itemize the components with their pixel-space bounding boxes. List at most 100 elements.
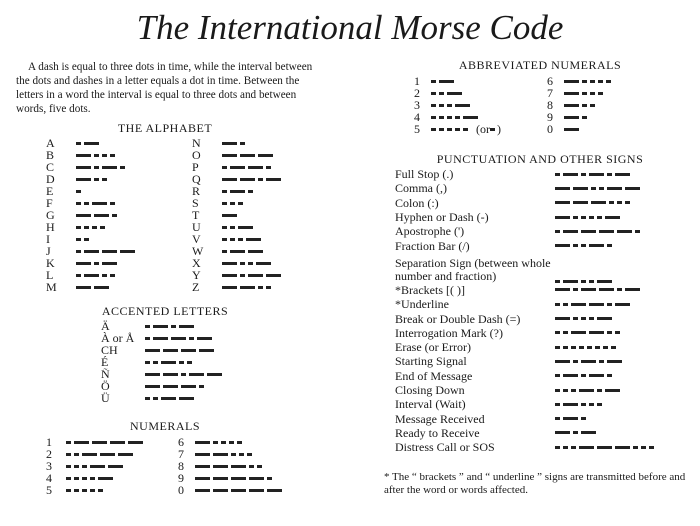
code-row: 6 — [178, 436, 282, 448]
dot-mark — [563, 331, 568, 335]
dash-mark — [599, 288, 614, 292]
dash-mark — [222, 213, 237, 217]
dash-mark — [607, 359, 622, 363]
dot-mark — [92, 225, 97, 229]
dot-mark — [82, 476, 87, 480]
dot-mark — [247, 452, 252, 456]
morse-code — [555, 215, 620, 219]
dot-mark — [76, 237, 81, 241]
morse-code — [222, 261, 271, 265]
dash-mark — [589, 172, 604, 176]
code-row: H — [46, 221, 135, 233]
dot-mark — [571, 388, 576, 392]
dash-mark — [213, 464, 228, 468]
dot-mark — [94, 177, 99, 181]
morse-code — [76, 225, 105, 229]
dot-mark — [66, 464, 71, 468]
morse-code — [431, 79, 454, 83]
symbol-label: Interrogation Mark (?) — [395, 325, 503, 340]
dash-mark — [240, 177, 255, 181]
dash-mark — [258, 153, 273, 157]
dot-mark — [74, 488, 79, 492]
dash-mark — [92, 440, 107, 444]
code-row: G — [46, 209, 135, 221]
dot-mark — [82, 488, 87, 492]
dash-mark — [98, 476, 113, 480]
dash-mark — [589, 374, 604, 378]
dot-mark — [581, 374, 586, 378]
code-row: Comma (,) — [395, 181, 654, 195]
dash-mark — [579, 388, 594, 392]
dot-mark — [257, 464, 262, 468]
dot-mark — [581, 244, 586, 248]
symbol-label: 5 — [46, 483, 52, 497]
dash-mark — [102, 249, 117, 253]
morse-code — [222, 153, 273, 157]
code-row: *Brackets [( )] — [395, 283, 654, 297]
dot-mark — [76, 225, 81, 229]
morse-code — [145, 396, 194, 400]
code-row: Interrogation Mark (?) — [395, 326, 654, 340]
symbol-label: Apostrophe (') — [395, 224, 465, 239]
dash-mark — [161, 396, 176, 400]
code-row: É — [101, 356, 222, 368]
dot-mark — [199, 384, 204, 388]
dot-mark — [579, 345, 584, 349]
dash-mark — [238, 225, 253, 229]
dot-mark — [90, 476, 95, 480]
dash-mark — [195, 440, 210, 444]
morse-code — [431, 103, 470, 107]
dash-mark — [230, 165, 245, 169]
morse-code — [145, 384, 204, 388]
code-row: Hyphen or Dash (-) — [395, 210, 654, 224]
dot-mark — [555, 229, 560, 233]
dot-mark — [490, 127, 495, 131]
code-row: 2 — [414, 87, 501, 99]
alternative-note: (or — [476, 122, 490, 136]
morse-code — [222, 177, 281, 181]
dot-mark — [581, 417, 586, 421]
dash-mark — [76, 177, 91, 181]
dot-mark — [238, 201, 243, 205]
code-row: E — [46, 185, 135, 197]
dash-mark — [145, 384, 160, 388]
code-row: Ñ — [101, 368, 222, 380]
dash-mark — [617, 229, 632, 233]
symbol-label: H — [46, 220, 55, 234]
dash-mark — [564, 127, 579, 131]
code-row: Message Received — [395, 411, 654, 425]
dash-mark — [179, 324, 194, 328]
morse-code — [76, 153, 115, 157]
dot-mark — [110, 153, 115, 157]
numerals-left: 12345 — [46, 436, 143, 496]
punctuation-list: Full Stop (.) Comma (,) Colon (:) Hyphen or… — [395, 167, 654, 454]
dash-mark — [118, 452, 133, 456]
code-row: Distress Call or SOS — [395, 440, 654, 454]
morse-code — [555, 359, 622, 363]
dot-mark — [607, 331, 612, 335]
code-row: 4 — [46, 472, 143, 484]
dot-mark — [609, 201, 614, 205]
dash-mark — [76, 213, 91, 217]
code-row: Closing Down — [395, 383, 654, 397]
morse-code — [555, 388, 620, 392]
dash-mark — [145, 372, 160, 376]
dot-mark — [94, 153, 99, 157]
dash-mark — [181, 384, 196, 388]
dash-mark — [222, 141, 237, 145]
dot-mark — [76, 273, 81, 277]
code-row: 3 — [414, 99, 501, 111]
dot-mark — [573, 317, 578, 321]
dash-mark — [555, 244, 570, 248]
dot-mark — [439, 115, 444, 119]
dash-mark — [555, 288, 570, 292]
dot-mark — [633, 445, 638, 449]
morse-code — [66, 476, 113, 480]
dash-mark — [564, 79, 579, 83]
dot-mark — [555, 417, 560, 421]
dot-mark — [74, 476, 79, 480]
dot-mark — [625, 201, 630, 205]
dot-mark — [187, 360, 192, 364]
dash-mark — [581, 229, 596, 233]
alphabet-heading: THE ALPHABET — [117, 121, 213, 135]
